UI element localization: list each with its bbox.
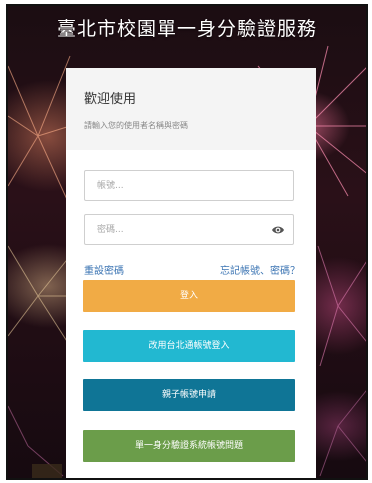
account-faq-button[interactable]: 單一身分驗證系統帳號問題 [83,430,295,462]
page-title: 臺北市校園單一身分驗證服務 [56,18,317,40]
parent-account-button[interactable]: 親子帳號申請 [83,379,295,411]
welcome-heading: 歡迎使用 [84,92,137,107]
reset-password-link[interactable]: 重設密碼 [84,262,124,277]
forgot-account-link[interactable]: 忘記帳號、密碼？ [220,262,300,277]
login-card-header: 歡迎使用 請輸入您的使用者名稱與密碼 [66,68,316,150]
password-field[interactable] [84,214,294,245]
password-input[interactable] [85,215,293,244]
username-field[interactable] [84,170,294,201]
login-card: 歡迎使用 請輸入您的使用者名稱與密碼 重設密碼 忘記帳號、密碼？ 登入 改用台北… [66,68,316,478]
taipeipass-login-button[interactable]: 改用台北通帳號登入 [83,330,295,362]
eye-icon[interactable] [271,224,285,236]
login-button[interactable]: 登入 [83,280,295,312]
username-input[interactable] [85,171,293,200]
login-hint: 請輸入您的使用者名稱與密碼 [84,121,188,130]
